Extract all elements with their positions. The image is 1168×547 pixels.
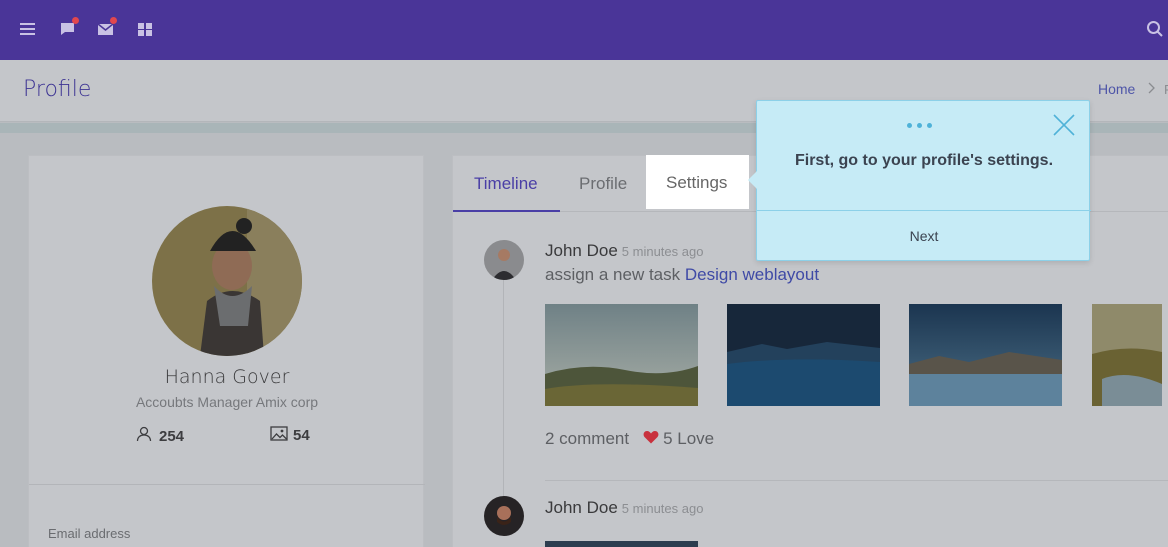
profile-card: Hanna Gover Accoubts Manager Amix corp 2… [28,155,425,547]
post-author[interactable]: John Doe [545,241,618,260]
close-icon[interactable] [1052,113,1076,137]
email-label: Email address [48,526,131,541]
image-icon [270,426,288,445]
post-avatar [484,496,524,536]
post-time: 5 minutes ago [621,244,704,259]
tab-timeline[interactable]: Timeline [474,174,538,194]
post-image[interactable] [545,304,698,406]
profile-avatar [152,206,302,356]
comments-link[interactable]: 2 comment [545,429,629,449]
card-divider [29,484,425,485]
mail-icon[interactable] [97,17,117,38]
tab-profile[interactable]: Profile [579,174,627,194]
post-task-link[interactable]: Design weblayout [685,265,819,284]
search-icon[interactable] [1146,20,1164,38]
post-divider [545,480,1168,481]
tab-settings[interactable]: Settings [646,155,749,209]
post-reactions: 2 comment 5 Love [545,429,714,449]
breadcrumb-home[interactable]: Home [1098,81,1135,97]
step-dots [907,123,932,128]
photos-count: 54 [293,427,310,444]
post-header: John Doe 5 minutes ago [545,241,703,261]
post-avatar [484,240,524,280]
active-tab-indicator [453,210,560,212]
notification-badge [110,17,117,24]
followers-stat[interactable]: 254 [136,426,184,446]
post-time: 5 minutes ago [621,501,704,516]
post-author[interactable]: John Doe [545,498,618,517]
page-title: Profile [23,77,92,102]
love-link[interactable]: 5 Love [643,429,714,449]
users-icon [136,426,154,446]
post-text-prefix: assign a new task [545,265,681,284]
notification-badge [72,17,79,24]
chevron-right-icon [1148,82,1156,97]
post-image[interactable] [909,304,1062,406]
apps-icon[interactable] [136,20,154,38]
post-image[interactable] [727,304,880,406]
next-button[interactable]: Next [757,211,1091,261]
breadcrumb-current: P [1164,82,1168,97]
top-navbar [0,0,1168,60]
tour-popover: First, go to your profile's settings. Ne… [748,100,1091,261]
profile-name: Hanna Gover [164,366,290,388]
love-count: 5 Love [663,429,715,448]
heart-icon [643,429,659,449]
tab-settings-label: Settings [666,173,728,192]
menu-icon[interactable] [19,20,37,38]
post-text: assign a new task Design weblayout [545,265,819,285]
followers-count: 254 [159,427,185,445]
post-image[interactable] [545,541,698,547]
photos-stat[interactable]: 54 [270,426,310,445]
popover-arrow [748,171,757,189]
tour-message: First, go to your profile's settings. [794,152,1054,169]
chat-icon[interactable] [59,17,79,38]
profile-role: Accoubts Manager Amix corp [135,394,319,410]
post-header: John Doe 5 minutes ago [545,498,703,518]
post-image[interactable] [1092,304,1162,406]
